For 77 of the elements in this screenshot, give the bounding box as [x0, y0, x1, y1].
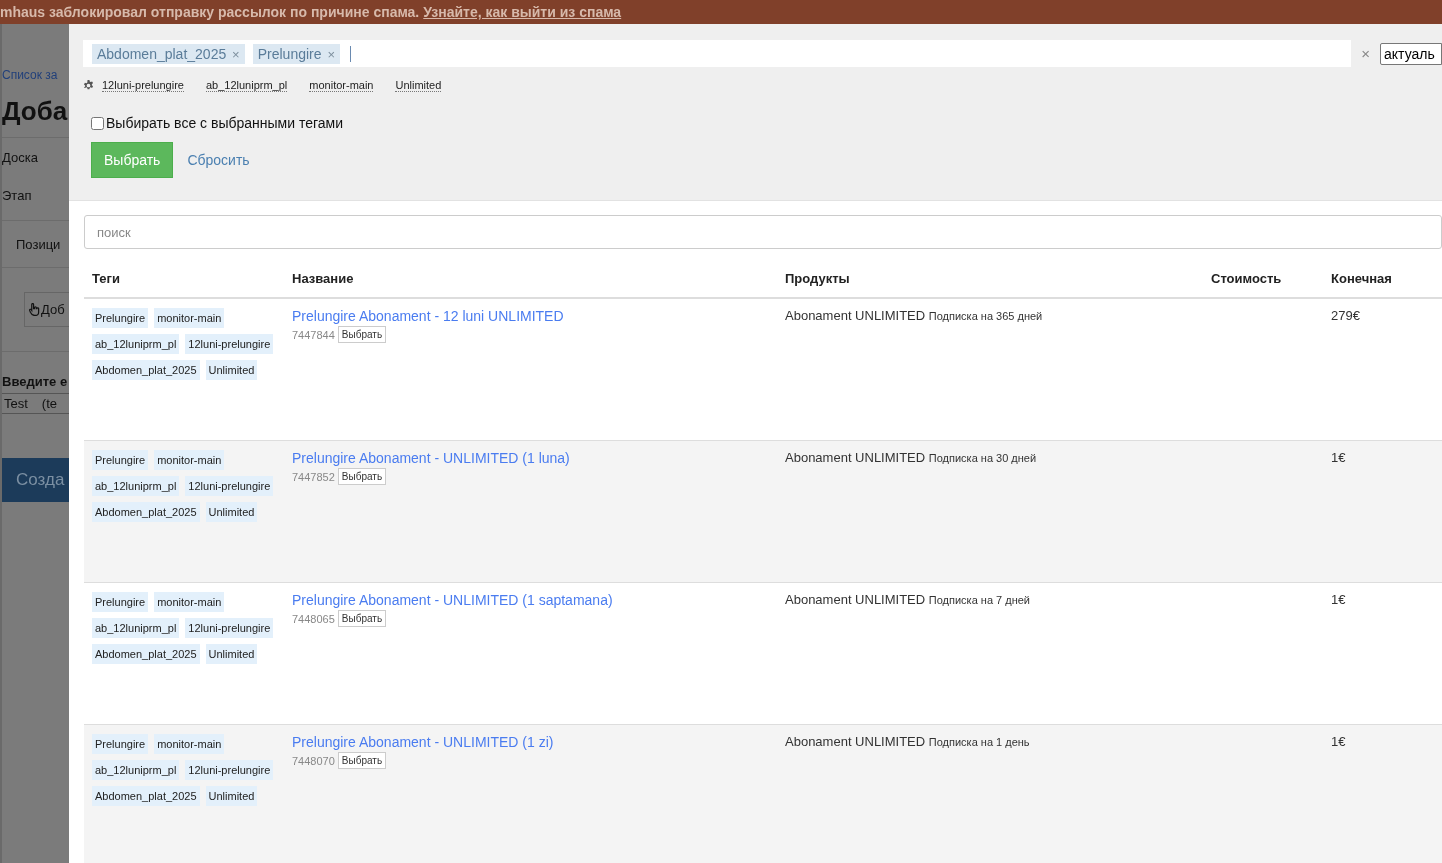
- tag-label: Unlimited: [205, 644, 258, 664]
- selected-tag: Prelungire ×: [252, 43, 340, 64]
- tag-label: Abdomen_plat_2025: [92, 786, 200, 806]
- field-label: Этап: [2, 187, 32, 203]
- suggested-tag[interactable]: monitor-main: [309, 79, 374, 92]
- create-button[interactable]: Созда: [2, 458, 69, 502]
- select-button[interactable]: Выбрать: [337, 468, 387, 485]
- select-button[interactable]: Выбрать: [337, 610, 387, 627]
- product-text: Abonament UNLIMITED Подписка на 1 день: [785, 734, 1030, 749]
- tag-label: Unlimited: [205, 502, 258, 522]
- price-text: 1€: [1331, 734, 1346, 749]
- reset-link[interactable]: Сбросить: [187, 152, 250, 168]
- column-header: Теги: [91, 270, 121, 288]
- tag-label: monitor-main: [154, 450, 225, 470]
- column-header: Название: [291, 270, 355, 288]
- tag-label: Prelungire: [92, 734, 149, 754]
- product-link[interactable]: Prelungire Abonament - 12 luni UNLIMITED: [292, 308, 564, 324]
- field-label: Позици: [16, 236, 61, 252]
- checkbox-label: Выбирать все с выбранными тегами: [106, 115, 343, 131]
- column-header: Конечная: [1330, 270, 1393, 288]
- breadcrumb-link[interactable]: Список за: [2, 68, 69, 82]
- field-label: Доска: [2, 149, 38, 165]
- price-text: 1€: [1331, 450, 1346, 465]
- tag-label: 12luni-prelungire: [185, 476, 274, 496]
- tag-label: 12luni-prelungire: [185, 334, 274, 354]
- tag-label: monitor-main: [154, 308, 225, 328]
- clear-button[interactable]: ×: [1361, 45, 1370, 62]
- column-header: Стоимость: [1210, 270, 1283, 288]
- product-text: Abonament UNLIMITED Подписка на 30 дней: [785, 450, 1037, 465]
- price-text: 1€: [1331, 592, 1346, 607]
- remove-tag-button[interactable]: ×: [327, 46, 335, 62]
- item-id: 7448065: [292, 612, 335, 625]
- search-field[interactable]: поиск: [84, 215, 1442, 249]
- tag-input-field[interactable]: Abdomen_plat_2025 × Prelungire ×: [83, 40, 1352, 67]
- tag-label: ab_12luniprm_pl: [92, 618, 180, 638]
- column-header: Продукты: [784, 270, 851, 288]
- select-all-checkbox[interactable]: [91, 116, 104, 130]
- product-link[interactable]: Prelungire Abonament - UNLIMITED (1 zi): [292, 734, 554, 750]
- tag-label: Unlimited: [205, 360, 258, 380]
- hand-icon: [29, 303, 40, 316]
- item-id: 7447852: [292, 470, 335, 483]
- tag-label: monitor-main: [154, 734, 225, 754]
- text-cursor: [350, 45, 351, 62]
- banner-link[interactable]: Узнайте, как выйти из спама: [423, 4, 622, 20]
- suggested-tag[interactable]: 12luni-prelungire: [102, 79, 184, 92]
- suggested-tag[interactable]: ab_12luniprm_pl: [205, 79, 288, 92]
- tag-label: Prelungire: [92, 308, 149, 328]
- select-button[interactable]: Выбрать: [337, 752, 387, 769]
- add-button[interactable]: Доб: [24, 292, 69, 327]
- tag-label: Abdomen_plat_2025: [92, 644, 200, 664]
- tag-label: ab_12luniprm_pl: [92, 476, 180, 496]
- tag-label: 12luni-prelungire: [185, 618, 274, 638]
- selected-tag: Abdomen_plat_2025 ×: [92, 43, 245, 64]
- product-link[interactable]: Prelungire Abonament - UNLIMITED (1 luna): [292, 450, 570, 466]
- tag-label: ab_12luniprm_pl: [92, 334, 180, 354]
- status-select[interactable]: актуаль: [1380, 42, 1442, 65]
- select-button[interactable]: Выбрать: [337, 326, 387, 343]
- apply-button[interactable]: Выбрать: [91, 142, 174, 178]
- tag-label: Prelungire: [92, 592, 149, 612]
- tag-label: Unlimited: [205, 786, 258, 806]
- suggested-tag[interactable]: Unlimited: [395, 79, 442, 92]
- price-text: 279€: [1331, 308, 1360, 323]
- settings-icon[interactable]: [83, 80, 94, 91]
- product-text: Abonament UNLIMITED Подписка на 365 дней: [785, 308, 1043, 323]
- tag-label: 12luni-prelungire: [185, 760, 274, 780]
- tag-label: Abdomen_plat_2025: [92, 502, 200, 522]
- tag-label: Prelungire: [92, 450, 149, 470]
- item-id: 7447844: [292, 328, 335, 341]
- prompt-label: Введите е: [2, 374, 69, 389]
- remove-tag-button[interactable]: ×: [232, 46, 240, 62]
- tag-label: monitor-main: [154, 592, 225, 612]
- product-link[interactable]: Prelungire Abonament - UNLIMITED (1 saptamana): [292, 592, 613, 608]
- tag-label: Abdomen_plat_2025: [92, 360, 200, 380]
- banner-text: mhaus заблокировал отправку рассылок по причине спама.: [0, 4, 420, 20]
- item-id: 7448070: [292, 754, 335, 767]
- tag-label: ab_12luniprm_pl: [92, 760, 180, 780]
- product-text: Abonament UNLIMITED Подписка на 7 дней: [785, 592, 1030, 607]
